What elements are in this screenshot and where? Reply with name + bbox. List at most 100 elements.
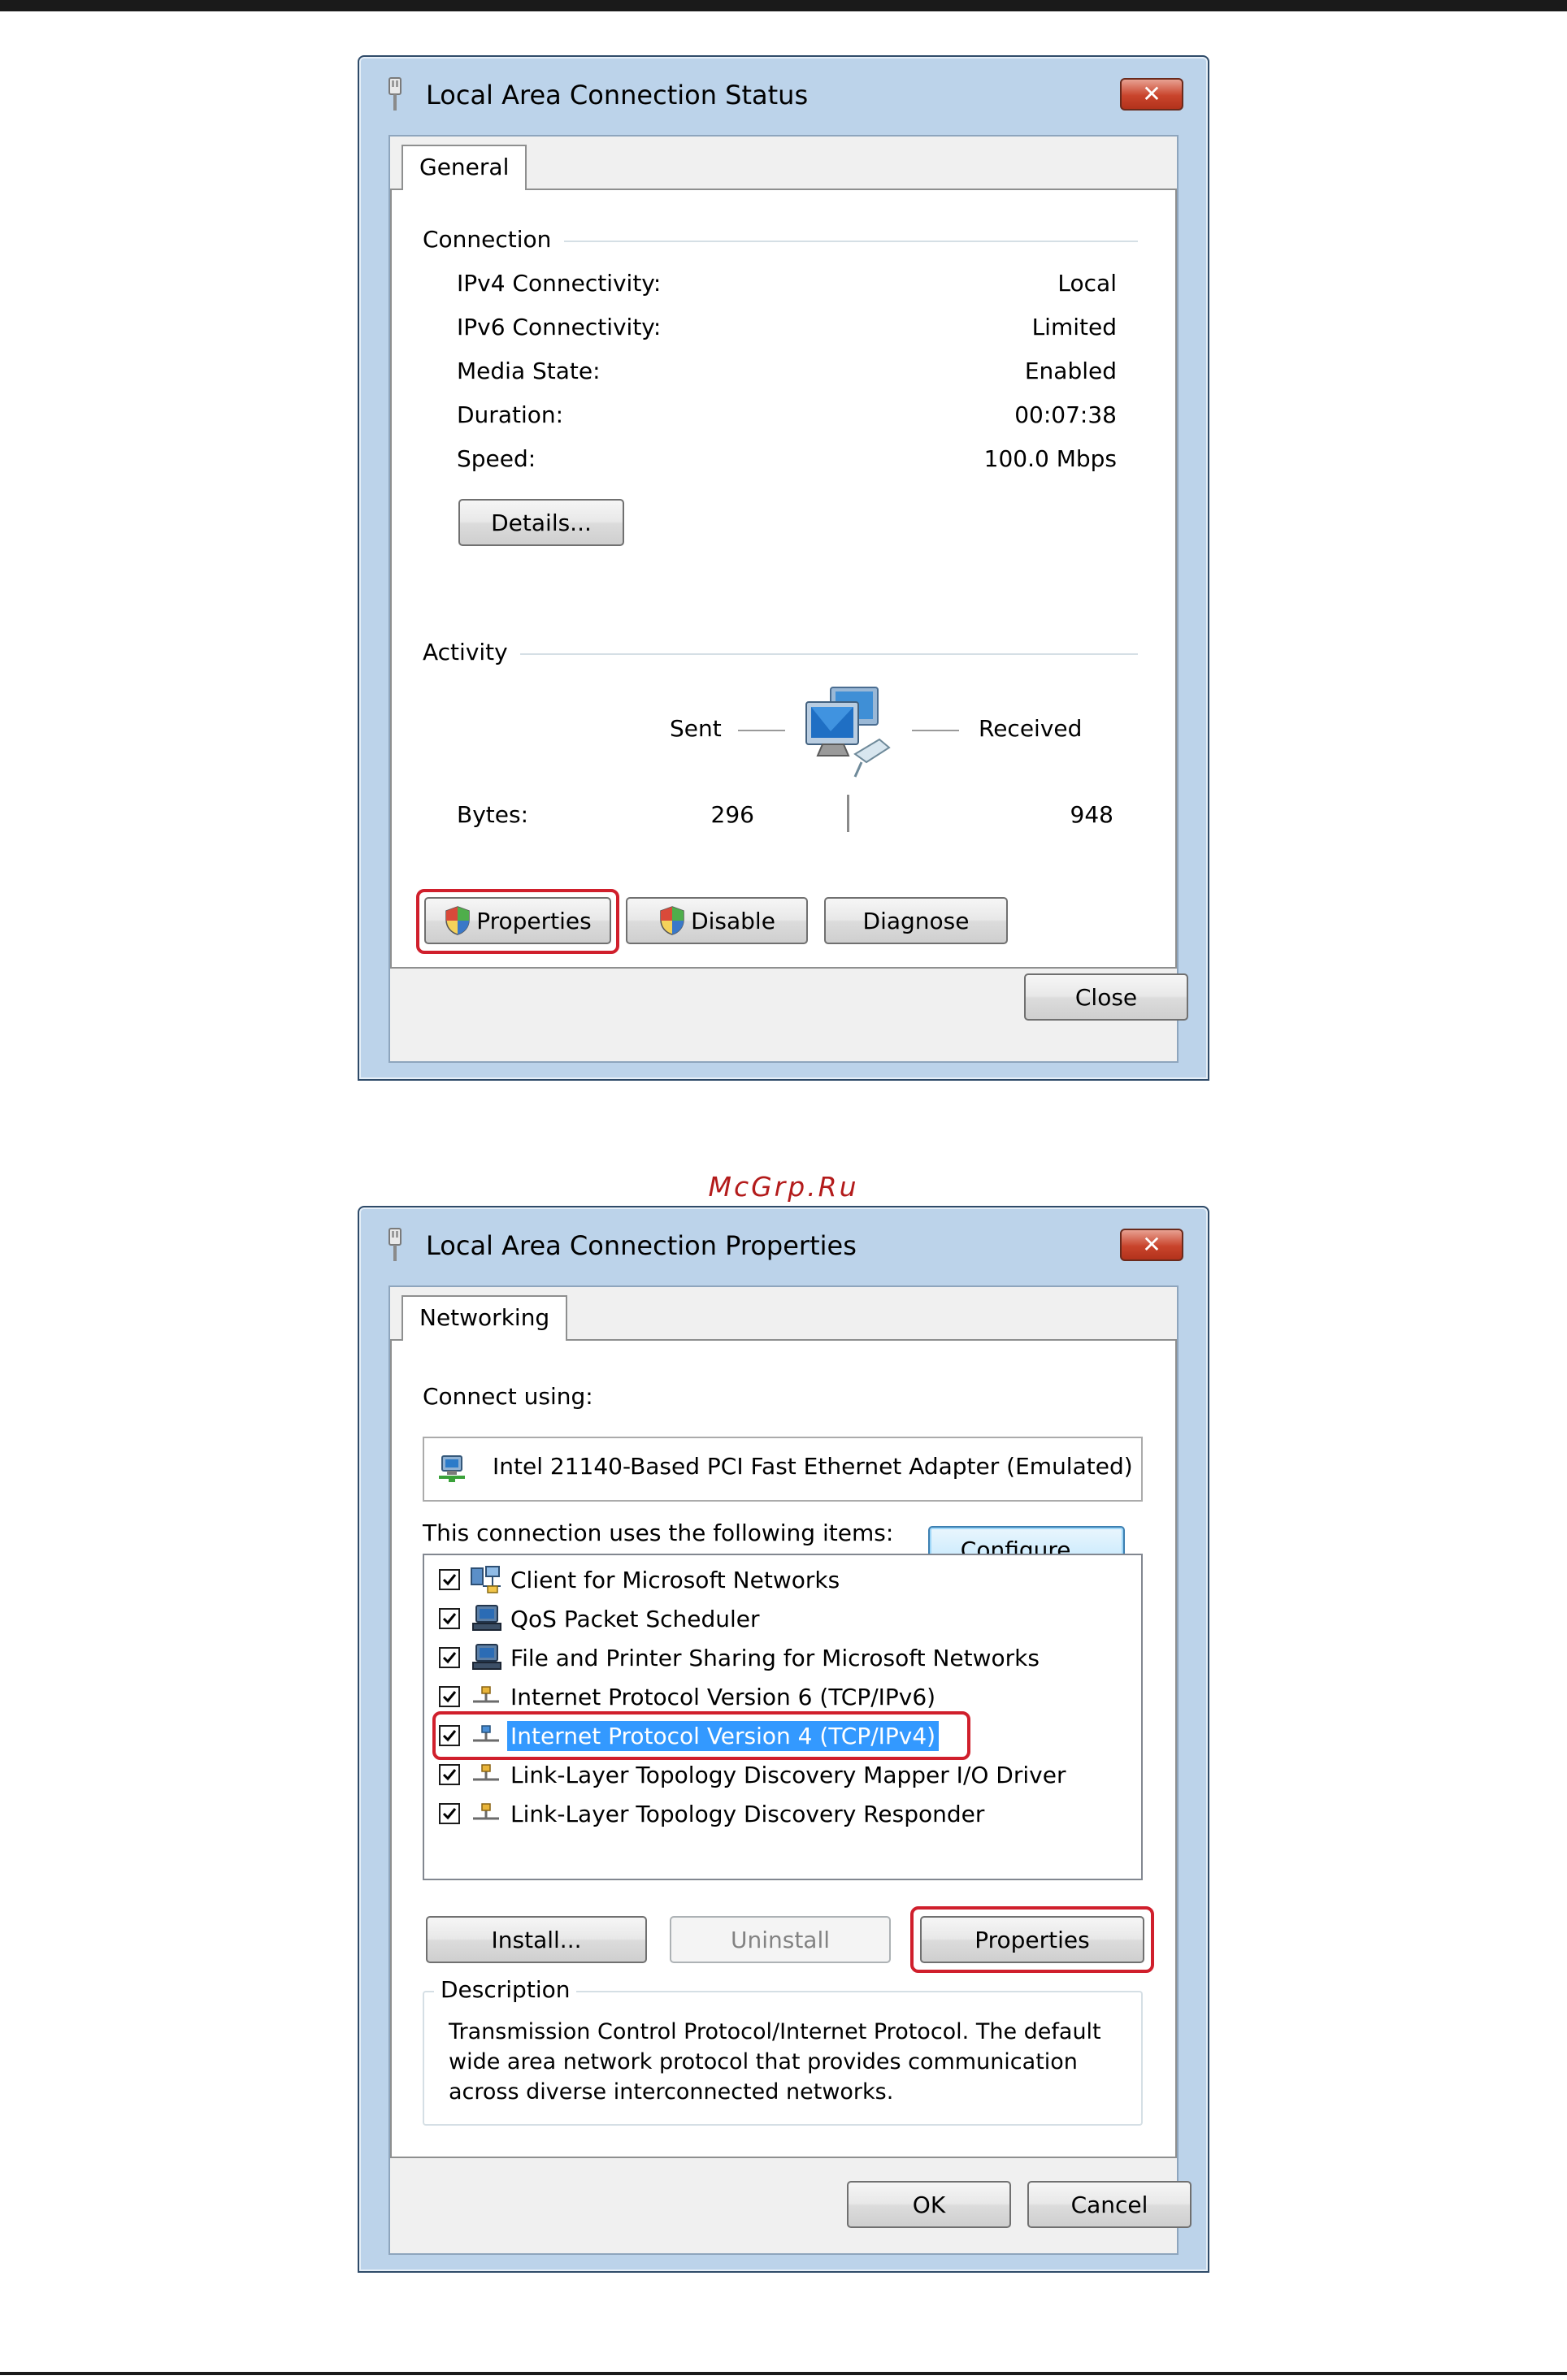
list-item-file-and-printer-sharing[interactable]: File and Printer Sharing for Microsoft N… [439, 1640, 1043, 1676]
item-checkbox[interactable] [439, 1647, 460, 1668]
install-button-label: Install... [491, 1926, 582, 1953]
bytes-received-value: 948 [1070, 801, 1113, 828]
ipv6-connectivity-value: Limited [1031, 314, 1117, 340]
ipv4-connectivity-value: Local [1057, 270, 1117, 297]
properties-window: Local Area Connection Properties ✕ Netwo… [358, 1206, 1209, 2273]
list-item-client-for-microsoft-networks[interactable]: Client for Microsoft Networks [439, 1562, 843, 1598]
ipv4-connectivity-label: IPv4 Connectivity: [457, 270, 662, 297]
protocol-icon [473, 1686, 499, 1703]
list-item-lltd-mapper[interactable]: Link-Layer Topology Discovery Mapper I/O… [439, 1757, 1069, 1793]
protocol-icon [473, 1803, 499, 1820]
network-plug-icon [388, 77, 402, 111]
page-top-rule [0, 0, 1567, 11]
properties-button-label: Properties [974, 1926, 1090, 1953]
details-button[interactable]: Details... [458, 499, 624, 546]
properties-button-label: Properties [476, 907, 592, 934]
properties-button[interactable]: Properties [424, 897, 611, 944]
checkmark-icon [442, 1652, 457, 1664]
bytes-sent-value: 296 [710, 801, 754, 828]
item-label: QoS Packet Scheduler [510, 1605, 760, 1632]
status-titlebar[interactable]: Local Area Connection Status ✕ [359, 57, 1208, 135]
item-checkbox[interactable] [439, 1608, 460, 1629]
ipv6-connectivity-label: IPv6 Connectivity: [457, 314, 662, 340]
diagnose-button-label: Diagnose [862, 907, 970, 934]
close-icon: ✕ [1142, 1231, 1161, 1258]
close-icon: ✕ [1142, 80, 1161, 107]
activity-group-label: Activity [423, 639, 508, 665]
checkmark-icon [442, 1808, 457, 1820]
connection-group-divider [564, 241, 1138, 242]
networking-tab-panel: Connect using: Intel 21140-Based PCI Fas… [390, 1339, 1177, 2158]
tab-general[interactable]: General [402, 145, 527, 190]
item-checkbox[interactable] [439, 1803, 460, 1824]
list-item-lltd-responder[interactable]: Link-Layer Topology Discovery Responder [439, 1796, 988, 1832]
status-close-x-button[interactable]: ✕ [1120, 78, 1183, 111]
network-adapter-icon [439, 1455, 465, 1482]
duration-label: Duration: [457, 401, 564, 428]
network-plug-icon [388, 1228, 402, 1261]
description-group: Description Transmission Control Protoco… [423, 1976, 1143, 2126]
checkmark-icon [442, 1574, 457, 1586]
service-computer-icon [472, 1605, 501, 1631]
received-label: Received [979, 715, 1083, 742]
activity-group-divider [520, 653, 1138, 655]
item-checkbox[interactable] [439, 1764, 460, 1785]
status-client-area: General Connection IPv4 Connectivity: Lo… [388, 135, 1188, 1063]
sent-label: Sent [670, 715, 722, 742]
install-button[interactable]: Install... [426, 1916, 647, 1963]
checkmark-icon [442, 1613, 457, 1625]
uninstall-button-label: Uninstall [730, 1926, 831, 1953]
network-computers-icon [805, 687, 891, 778]
checkmark-icon [442, 1769, 457, 1781]
item-checkbox[interactable] [439, 1569, 460, 1590]
items-list-label: This connection uses the following items… [423, 1519, 894, 1546]
properties-client-area: Networking Connect using: Intel 21140-Ba… [388, 1285, 1192, 2255]
ipv4-properties-button[interactable]: Properties [920, 1916, 1144, 1963]
disable-button[interactable]: Disable [626, 897, 808, 944]
received-connector-line [912, 730, 959, 731]
sent-connector-line [738, 730, 785, 731]
adapter-name: Intel 21140-Based PCI Fast Ethernet Adap… [493, 1453, 1133, 1480]
speed-label: Speed: [457, 445, 536, 472]
bytes-divider [847, 795, 849, 832]
item-label: Link-Layer Topology Discovery Responder [510, 1800, 985, 1827]
item-label: Link-Layer Topology Discovery Mapper I/O… [510, 1761, 1066, 1788]
ok-button-label: OK [912, 2191, 946, 2218]
connection-group-label: Connection [423, 226, 552, 253]
status-window-title: Local Area Connection Status [426, 80, 809, 111]
uac-shield-icon [445, 906, 470, 935]
properties-close-x-button[interactable]: ✕ [1120, 1229, 1183, 1261]
properties-window-title: Local Area Connection Properties [426, 1230, 857, 1261]
media-state-label: Media State: [457, 358, 601, 384]
item-checkbox[interactable] [439, 1686, 460, 1707]
speed-value: 100.0 Mbps [983, 445, 1117, 472]
service-computer-icon [472, 1644, 501, 1670]
list-item-tcp-ipv6[interactable]: Internet Protocol Version 6 (TCP/IPv6) [439, 1679, 939, 1715]
item-label: File and Printer Sharing for Microsoft N… [510, 1644, 1040, 1671]
uac-shield-icon [660, 906, 684, 935]
client-network-icon [471, 1566, 501, 1593]
description-label: Description [434, 1976, 577, 2003]
protocol-icon [473, 1764, 499, 1781]
tab-networking[interactable]: Networking [402, 1295, 568, 1341]
item-label: Client for Microsoft Networks [510, 1566, 840, 1593]
item-label: Internet Protocol Version 6 (TCP/IPv6) [510, 1683, 936, 1710]
uninstall-button: Uninstall [670, 1916, 891, 1963]
close-button-label: Close [1074, 983, 1138, 1011]
cancel-button[interactable]: Cancel [1027, 2181, 1192, 2228]
details-button-label: Details... [491, 509, 592, 536]
close-button[interactable]: Close [1024, 973, 1188, 1021]
ipv4-highlight-box [432, 1711, 970, 1760]
diagnose-button[interactable]: Diagnose [824, 897, 1008, 944]
properties-titlebar[interactable]: Local Area Connection Properties ✕ [359, 1207, 1208, 1285]
disable-button-label: Disable [691, 907, 775, 934]
connect-using-label: Connect using: [423, 1383, 593, 1410]
ok-button[interactable]: OK [847, 2181, 1011, 2228]
bytes-label: Bytes: [457, 801, 529, 828]
checkmark-icon [442, 1691, 457, 1703]
general-tab-panel: Connection IPv4 Connectivity: Local IPv6… [390, 189, 1177, 969]
media-state-value: Enabled [1024, 358, 1117, 384]
description-text: Transmission Control Protocol/Internet P… [449, 2019, 1101, 2105]
cancel-button-label: Cancel [1070, 2191, 1148, 2218]
list-item-qos-packet-scheduler[interactable]: QoS Packet Scheduler [439, 1601, 763, 1637]
